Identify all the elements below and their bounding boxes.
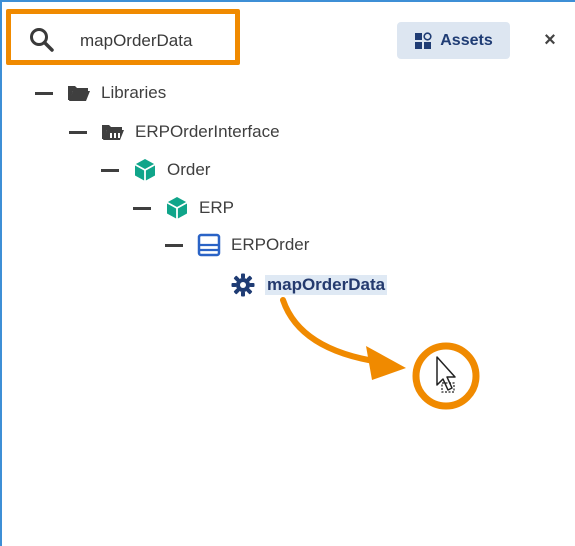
drag-annotation bbox=[280, 297, 480, 410]
drag-arrow-head bbox=[366, 346, 406, 380]
drag-cursor-icon bbox=[436, 356, 456, 393]
drag-arrow bbox=[280, 297, 383, 365]
